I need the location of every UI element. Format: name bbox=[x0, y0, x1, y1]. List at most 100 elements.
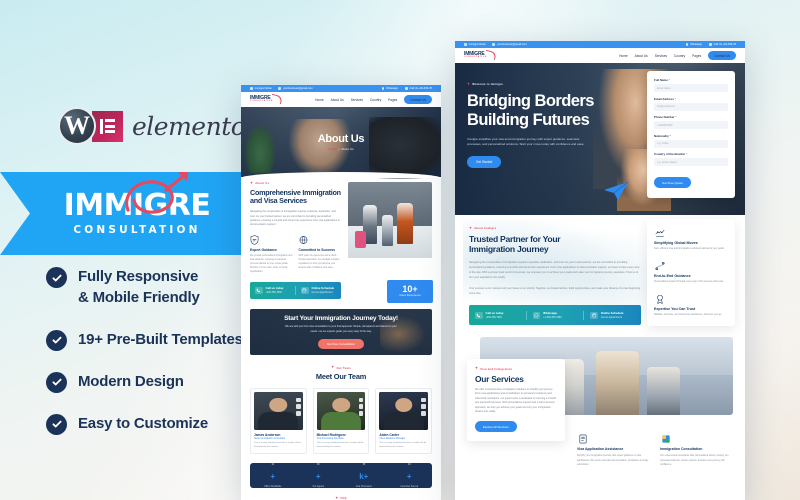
team-member-card[interactable]: Aiden Carter Client Relations Manager Th… bbox=[375, 387, 433, 454]
topbar-whatsapp[interactable]: Whatsapp bbox=[381, 87, 398, 90]
nav-item-services[interactable]: Services bbox=[655, 54, 667, 58]
home-page-mockup[interactable]: Immigre Dubai yourbusiness@gmail.com Wha… bbox=[455, 41, 745, 500]
mini-card-text: We provide personalized immigration and … bbox=[250, 255, 293, 274]
topbar-whatsapp[interactable]: Whatsapp bbox=[685, 43, 702, 46]
check-circle-icon bbox=[46, 371, 67, 393]
home-about-title: Trusted Partner for Your Immigration Jour… bbox=[469, 233, 561, 255]
nav-contact-button[interactable]: Contact Us bbox=[708, 50, 736, 61]
form-field-destination: Country of Destination * e.g. United Sta… bbox=[654, 152, 728, 166]
site-topbar: Immigre Dubai yourbusiness@gmail.com Wha… bbox=[455, 41, 745, 48]
breadcrumb: Home • About Us bbox=[328, 147, 354, 151]
site-logo[interactable]: IMMIGRE CONSULTATION bbox=[464, 52, 487, 59]
topbar-email[interactable]: yourbusiness@gmail.com bbox=[492, 43, 527, 46]
side-feature-expertise: Expertise You Can Trust Reliable, accura… bbox=[654, 293, 728, 317]
passport-flag-icon bbox=[660, 433, 671, 444]
service-text: Our experienced consultants offer person… bbox=[660, 455, 729, 466]
route-path-icon bbox=[654, 260, 665, 271]
globe-icon bbox=[299, 235, 308, 245]
topbar-location[interactable]: Immigre Dubai bbox=[250, 87, 271, 90]
about-page-mockup[interactable]: Immigre Dubai yourbusiness@gmail.com Wha… bbox=[241, 85, 441, 500]
side-feature-text: Reliable, accurate, and stress-free assi… bbox=[654, 313, 723, 317]
wordpress-icon: W bbox=[58, 107, 96, 145]
services-section: ✦ Visa and Immigration Our Services We of… bbox=[455, 337, 745, 497]
topbar-location[interactable]: Immigre Dubai bbox=[464, 43, 485, 46]
mini-card-committed-success: Committed to Success With years of exper… bbox=[299, 235, 342, 275]
services-paragraph: We offer comprehensive immigration solut… bbox=[475, 388, 557, 413]
nav-item-country[interactable]: Country bbox=[674, 54, 685, 58]
explore-services-button[interactable]: Explore All Services bbox=[475, 421, 517, 433]
hero-curve-divider bbox=[241, 172, 441, 178]
nav-item-home[interactable]: Home bbox=[619, 54, 628, 58]
feature-label-responsive: Fully Responsive & Mobile Friendly bbox=[78, 268, 200, 307]
team-member-desc: This is a long undefined text that a rea… bbox=[316, 442, 364, 449]
form-label: Phone Number * bbox=[654, 115, 677, 119]
feature-label-design: Modern Design bbox=[78, 372, 184, 390]
cta-title: Start Your Immigration Journey Today! bbox=[284, 315, 398, 323]
contact-online-schedule[interactable]: Online Schedule Get an Appointment bbox=[301, 287, 336, 295]
team-title: Meet Our Team bbox=[315, 371, 367, 381]
form-label: Country of Destination * bbox=[654, 152, 688, 156]
team-heading: ✦ Our Team Meet Our Team bbox=[241, 366, 441, 381]
get-free-quote-button[interactable]: Get Free Quote bbox=[654, 177, 691, 188]
badge-label: Years Experience bbox=[399, 294, 421, 298]
elementor-wordmark: elementor bbox=[132, 111, 257, 141]
service-text: Simplify your immigration process with e… bbox=[577, 455, 649, 466]
home-about-paragraph-2: Your success is our mission and your fut… bbox=[469, 286, 641, 295]
service-visa-application[interactable]: Visa Application Assistance Simplify you… bbox=[577, 433, 650, 466]
hero-paragraph: Immigre simplifies your visa and immigra… bbox=[467, 136, 585, 147]
service-immigration-consultation[interactable]: Immigration Consultation Our experienced… bbox=[660, 433, 733, 466]
cta-button[interactable]: Get Free Consultation bbox=[317, 338, 365, 349]
calendar-icon bbox=[301, 286, 309, 295]
comprehensive-paragraph: Navigating the complexities of immigrati… bbox=[250, 210, 340, 227]
hero-get-started-button[interactable]: Get Started bbox=[467, 155, 502, 168]
about-hero-banner: About Us Home • About Us bbox=[241, 107, 441, 179]
promo-left-panel: W elementor IMMIGRE CONSULTATION Fully R… bbox=[0, 0, 257, 500]
site-navbar: IMMIGRE CONSULTATION Home About Us Servi… bbox=[241, 92, 441, 107]
team-member-role: Senior Immigration Consultant bbox=[254, 438, 285, 441]
team-member-desc: This is a long undefined text that a rea… bbox=[379, 442, 427, 449]
nav-item-about[interactable]: About Us bbox=[635, 54, 648, 58]
contact-online-schedule[interactable]: Online Schedule Get an Appointment bbox=[590, 311, 635, 320]
social-icons[interactable] bbox=[421, 397, 427, 416]
stat-agents: 45 + Our Agents bbox=[312, 464, 325, 488]
social-icons[interactable] bbox=[358, 397, 364, 416]
phone-icon bbox=[475, 311, 483, 320]
form-field-phone: Phone Number * +1234567890 bbox=[654, 115, 728, 129]
phone-input[interactable]: +1234567890 bbox=[654, 121, 728, 129]
feature-item-responsive: Fully Responsive & Mobile Friendly bbox=[46, 266, 243, 309]
stat-offices: 12 + Office Worldwide bbox=[264, 464, 282, 488]
topbar-email[interactable]: yourbusiness@gmail.com bbox=[278, 87, 313, 90]
nav-item-country[interactable]: Country bbox=[370, 98, 381, 102]
feature-item-design: Modern Design bbox=[46, 371, 243, 393]
email-input[interactable]: info@email.com bbox=[654, 102, 728, 111]
team-member-photo bbox=[316, 391, 366, 430]
nav-item-home[interactable]: Home bbox=[315, 98, 324, 102]
mini-card-title: Expert Guidance bbox=[250, 247, 277, 252]
nav-item-pages[interactable]: Pages bbox=[692, 54, 701, 58]
site-logo[interactable]: IMMIGRE CONSULTATION bbox=[250, 96, 273, 103]
contact-whatsapp[interactable]: Whatsapp +1-000-456-7890 bbox=[532, 311, 578, 320]
topbar-phone[interactable]: Call Us +00-456-78 bbox=[708, 43, 736, 46]
contact-call-us[interactable]: Call us today +000-456-7890 bbox=[255, 287, 290, 295]
topbar-phone[interactable]: Call Us +00-456-78 bbox=[404, 87, 432, 90]
mini-card-text: With years of experience and a client-fo… bbox=[298, 255, 340, 270]
quote-form-card[interactable]: Full Name * Enter Name Email Address * i… bbox=[647, 71, 735, 198]
services-eyebrow: ✦ Visa and Immigration bbox=[475, 366, 513, 371]
elementor-icon bbox=[92, 110, 123, 142]
about-contact-bar: Call us today +000-456-7890 Online Schedu… bbox=[250, 282, 341, 300]
team-member-card[interactable]: Michael Rodriguez Visa Processing Specia… bbox=[312, 387, 370, 454]
full-name-input[interactable]: Enter Name bbox=[654, 84, 728, 92]
nav-item-about[interactable]: About Us bbox=[331, 98, 344, 102]
nationality-input[interactable]: e.g. Indian bbox=[654, 139, 728, 148]
contact-call-us[interactable]: Call us today +000-456-7890 bbox=[475, 311, 520, 320]
social-icons[interactable] bbox=[296, 397, 301, 416]
team-member-card[interactable]: James Anderson Senior Immigration Consul… bbox=[250, 387, 307, 454]
nav-contact-button[interactable]: Contact Us bbox=[404, 94, 432, 105]
nav-item-services[interactable]: Services bbox=[351, 98, 363, 102]
feature-item-templates: 19+ Pre-Built Templates bbox=[46, 329, 243, 351]
ribbon-subtitle: CONSULTATION bbox=[73, 224, 201, 236]
mini-card-expert-guidance: Expert Guidance We provide personalized … bbox=[250, 234, 293, 275]
nav-item-pages[interactable]: Pages bbox=[388, 98, 397, 102]
side-feature-list: Simplifying Global Moves Fast, efficient… bbox=[647, 219, 735, 326]
destination-input[interactable]: e.g. United States bbox=[654, 158, 728, 166]
